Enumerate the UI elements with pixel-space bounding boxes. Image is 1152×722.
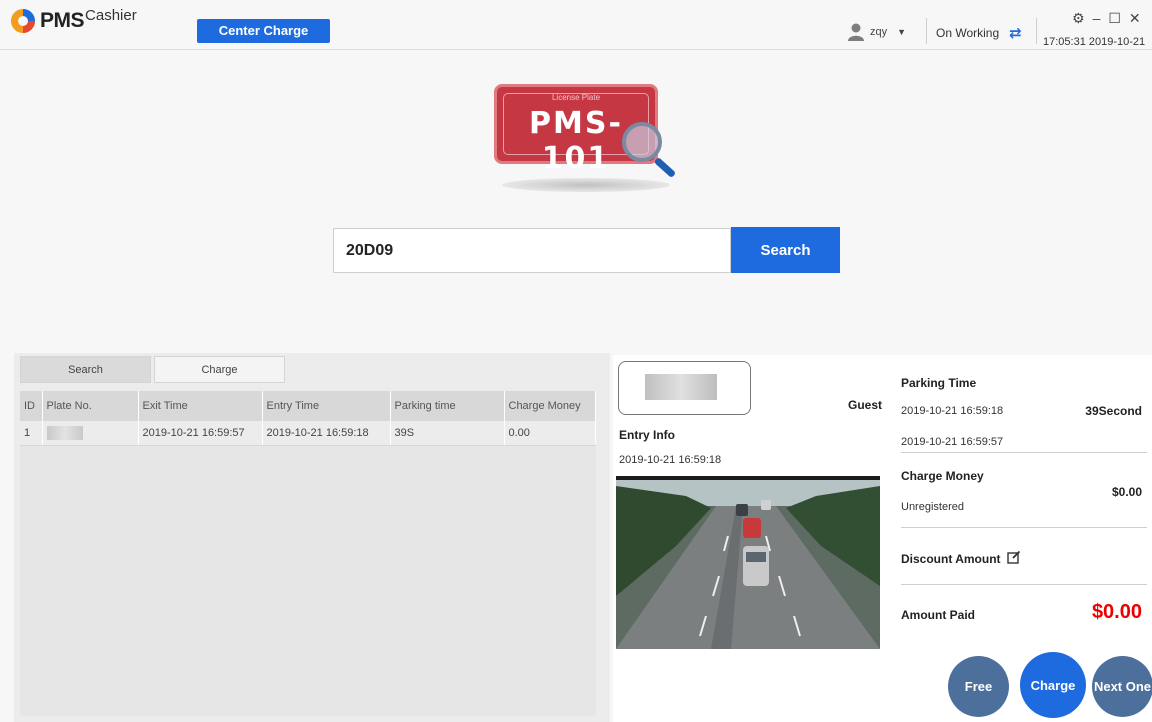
blurred-plate-image — [645, 374, 717, 400]
column-header[interactable]: Charge Money — [504, 391, 596, 421]
plate-image-box — [618, 361, 751, 415]
tab-charge[interactable]: Charge — [154, 356, 285, 383]
divider — [901, 527, 1147, 528]
plate-search-input[interactable] — [333, 228, 731, 273]
column-header[interactable]: ID — [20, 391, 43, 421]
cell-plate — [42, 421, 139, 446]
parking-duration: 39Second — [1085, 404, 1142, 418]
blurred-plate — [46, 425, 83, 440]
maximize-icon[interactable]: ☐ — [1108, 10, 1121, 27]
charge-money-value: $0.00 — [1111, 485, 1142, 499]
app-logo: PMS Cashier — [10, 8, 137, 34]
close-icon[interactable]: ✕ — [1129, 10, 1141, 27]
detail-entry-time: 2019-10-21 16:59:18 — [901, 405, 1004, 417]
top-bar: PMS Cashier Center Charge zqy ▼ On Worki… — [0, 0, 1152, 50]
parking-time-label: Parking Time — [901, 376, 977, 390]
column-header[interactable]: Exit Time — [138, 391, 263, 421]
window-controls: ⚙ – ☐ ✕ — [1072, 10, 1141, 27]
cell-parking-time: 39S — [390, 421, 505, 446]
status-text: On Working — [936, 26, 1000, 40]
discount-amount[interactable]: Discount Amount — [901, 550, 1021, 566]
search-button[interactable]: Search — [731, 227, 840, 273]
gear-icon[interactable]: ⚙ — [1072, 10, 1085, 27]
table-row[interactable]: 1 2019-10-21 16:59:57 2019-10-21 16:59:1… — [20, 421, 596, 446]
cell-id: 1 — [20, 421, 43, 446]
amount-paid-label: Amount Paid — [901, 608, 975, 622]
registration-status: Unregistered — [901, 501, 964, 513]
amount-paid-value: $0.00 — [1091, 601, 1142, 623]
plate-caption: License Plate — [551, 93, 601, 102]
charge-money-label: Charge Money — [901, 469, 984, 483]
edit-icon[interactable] — [1007, 550, 1021, 564]
clock: 17:05:31 2019-10-21 — [1043, 36, 1146, 48]
divider — [1036, 18, 1037, 44]
divider — [901, 452, 1147, 453]
results-panel: Search Charge ID Plate No. Exit Time Ent… — [14, 353, 610, 722]
column-header[interactable]: Parking time — [390, 391, 505, 421]
user-avatar-icon — [848, 23, 864, 41]
charge-button[interactable]: Charge — [1020, 652, 1086, 718]
tab-search[interactable]: Search — [20, 356, 151, 383]
discount-amount-label: Discount Amount — [901, 552, 1001, 566]
results-table-area: ID Plate No. Exit Time Entry Time Parkin… — [20, 391, 596, 716]
working-status[interactable]: On Working ⇄ — [936, 24, 1022, 42]
cell-entry-time: 2019-10-21 16:59:18 — [262, 421, 391, 446]
entry-camera-image — [616, 476, 880, 649]
switch-icon[interactable]: ⇄ — [1009, 24, 1022, 42]
results-table: ID Plate No. Exit Time Entry Time Parkin… — [20, 391, 596, 446]
column-header[interactable]: Entry Time — [262, 391, 391, 421]
pms-logo-icon — [10, 8, 36, 34]
divider — [926, 18, 927, 44]
plate-shadow — [502, 178, 670, 192]
minimize-icon[interactable]: – — [1093, 10, 1101, 27]
user-type: Guest — [848, 398, 883, 412]
chevron-down-icon: ▼ — [897, 27, 907, 37]
app-subname: Cashier — [85, 7, 137, 24]
app-name: PMS — [40, 9, 85, 32]
license-plate-logo: License Plate PMS-101 — [494, 84, 704, 202]
magnifier-handle — [653, 156, 677, 179]
center-charge-button[interactable]: Center Charge — [197, 19, 330, 43]
user-menu[interactable]: zqy ▼ — [848, 22, 906, 42]
next-one-button[interactable]: Next One — [1092, 656, 1152, 717]
entry-time: 2019-10-21 16:59:18 — [619, 454, 722, 466]
divider — [901, 584, 1147, 585]
entry-info-title: Entry Info — [619, 428, 675, 442]
column-header[interactable]: Plate No. — [42, 391, 139, 421]
detail-exit-time: 2019-10-21 16:59:57 — [901, 436, 1004, 448]
magnifier-icon — [622, 122, 662, 162]
tab-bar: Search Charge — [20, 356, 285, 383]
free-button[interactable]: Free — [948, 656, 1009, 717]
cell-exit-time: 2019-10-21 16:59:57 — [138, 421, 263, 446]
user-name: zqy — [870, 26, 888, 38]
cell-charge-money: 0.00 — [504, 421, 596, 446]
